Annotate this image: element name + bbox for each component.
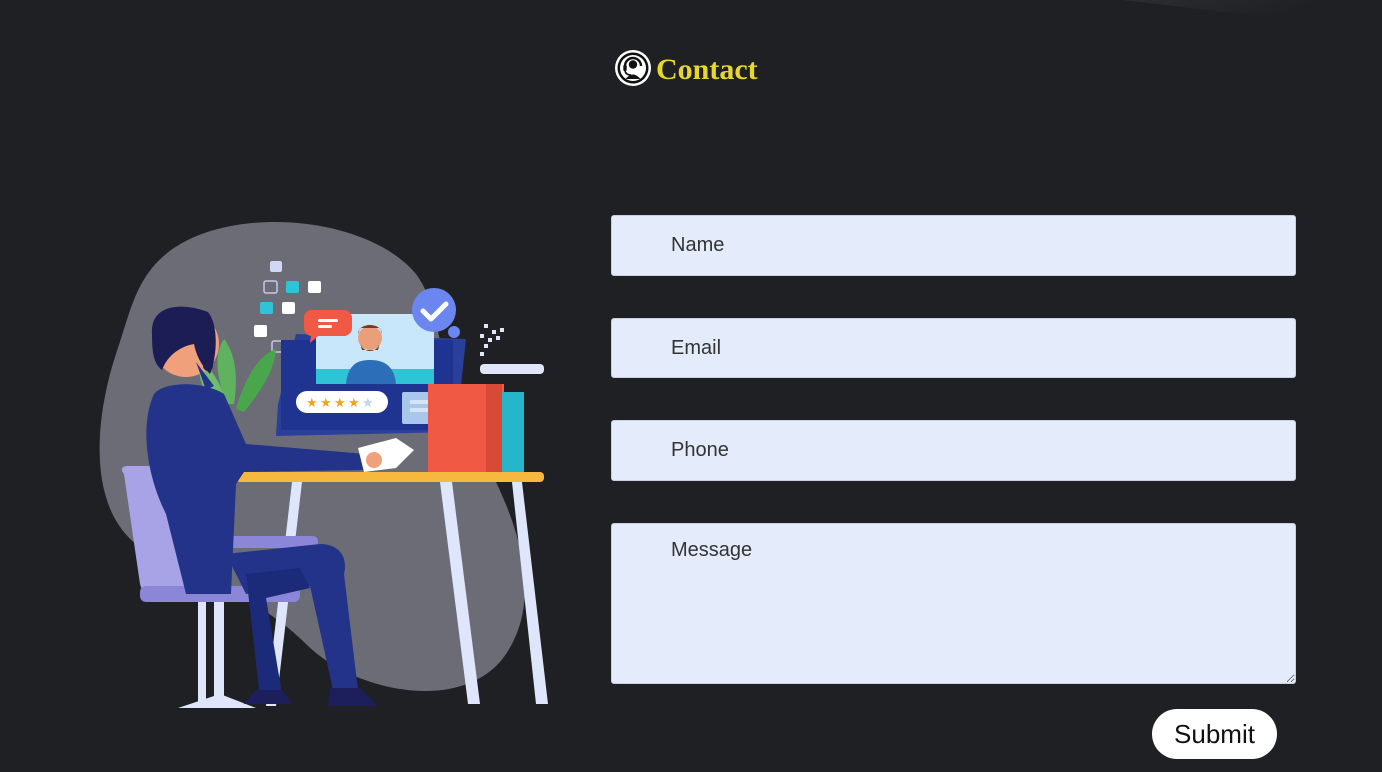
- svg-text:★: ★: [362, 396, 374, 411]
- rating-stars: ★ ★ ★ ★ ★: [296, 391, 388, 413]
- email-input[interactable]: [611, 318, 1296, 378]
- page-title: Contact: [656, 52, 758, 86]
- page-header: Contact: [614, 47, 758, 89]
- headset-support-icon: [615, 50, 651, 86]
- message-textarea[interactable]: [611, 523, 1296, 684]
- phone-input[interactable]: [611, 420, 1296, 481]
- svg-text:★: ★: [334, 396, 346, 411]
- submit-button[interactable]: Submit: [1152, 709, 1277, 759]
- name-input[interactable]: [611, 215, 1296, 276]
- corner-shade: [1122, 0, 1382, 30]
- svg-text:★: ★: [320, 396, 332, 411]
- dot-grid: [480, 324, 504, 356]
- svg-text:★: ★: [306, 396, 318, 411]
- desk: [236, 472, 544, 482]
- svg-text:★: ★: [348, 396, 360, 411]
- support-agent-illustration: ★ ★ ★ ★ ★: [99, 221, 548, 708]
